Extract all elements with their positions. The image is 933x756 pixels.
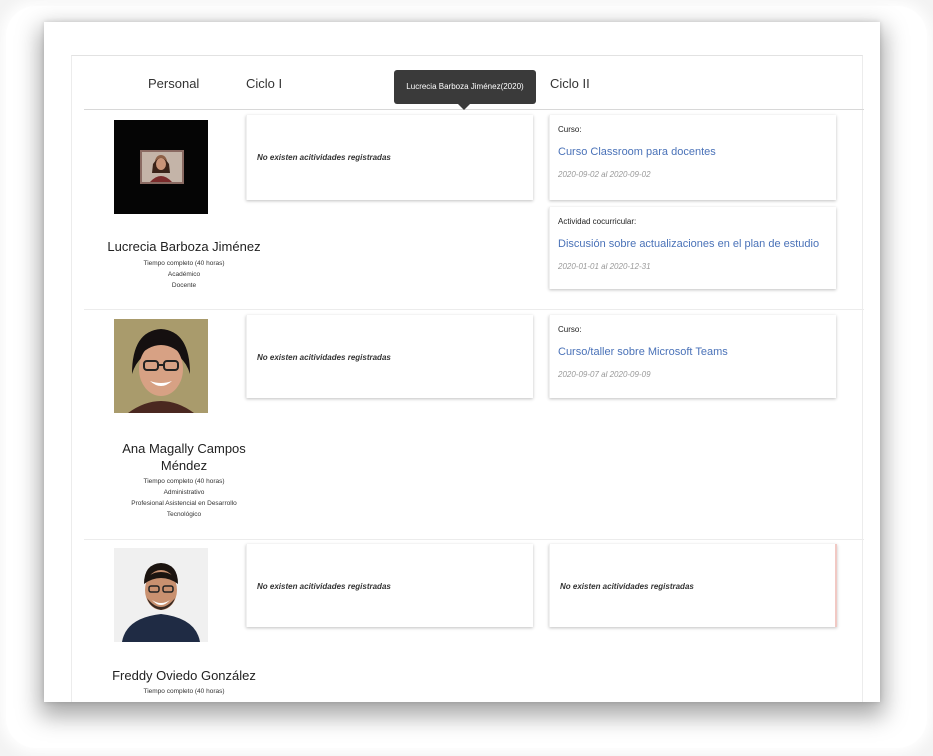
activity-card-ciclo2: No existen acitividades registradas bbox=[549, 544, 837, 627]
row-divider bbox=[84, 539, 864, 540]
activity-card-ciclo1: No existen acitividades registradas bbox=[246, 544, 533, 627]
person-name: Lucrecia Barboza Jiménez bbox=[107, 239, 261, 254]
activity-card-ciclo1: No existen acitividades registradas bbox=[246, 315, 533, 398]
empty-activities-text: No existen acitividades registradas bbox=[257, 582, 391, 591]
person-name: Freddy Oviedo González bbox=[112, 668, 256, 683]
empty-activities-text: No existen acitividades registradas bbox=[560, 582, 694, 591]
activity-dates: 2020-09-02 al 2020-09-02 bbox=[558, 170, 651, 179]
column-header-ciclo1: Ciclo I bbox=[246, 76, 283, 91]
activity-card-ciclo2: Curso: Curso/taller sobre Microsoft Team… bbox=[549, 315, 836, 398]
activity-link[interactable]: Curso Classroom para docentes bbox=[558, 146, 716, 158]
row-divider bbox=[84, 309, 864, 310]
activity-dates: 2020-09-07 al 2020-09-09 bbox=[558, 370, 651, 379]
activity-card-ciclo2: Actividad cocurricular: Discusión sobre … bbox=[549, 207, 836, 289]
avatar bbox=[114, 120, 208, 214]
avatar bbox=[114, 319, 208, 413]
screenshot-area: Personal Ciclo I Ciclo II Lucrecia Barbo… bbox=[44, 22, 880, 702]
empty-activities-text: No existen acitividades registradas bbox=[257, 153, 391, 162]
avatar bbox=[114, 548, 208, 642]
activity-type: Actividad cocurricular: bbox=[558, 217, 637, 226]
activity-type: Curso: bbox=[558, 325, 582, 334]
activity-card-ciclo1: No existen acitividades registradas bbox=[246, 115, 533, 200]
activity-link[interactable]: Discusión sobre actualizaciones en el pl… bbox=[558, 238, 819, 250]
person-meta: Tiempo completo (40 horas) Académico Doc… bbox=[143, 260, 225, 289]
activity-type: Curso: bbox=[558, 125, 582, 134]
empty-activities-text: No existen acitividades registradas bbox=[257, 353, 391, 362]
tooltip-arrow bbox=[458, 104, 470, 110]
person-meta: Tiempo completo (40 horas) bbox=[143, 688, 225, 695]
person-meta: Tiempo completo (40 horas) Administrativ… bbox=[131, 478, 237, 518]
header-divider bbox=[84, 109, 864, 110]
column-header-ciclo2: Ciclo II bbox=[550, 76, 590, 91]
column-header-personal: Personal bbox=[148, 76, 200, 91]
tooltip: Lucrecia Barboza Jiménez(2020) bbox=[394, 70, 536, 104]
activity-link[interactable]: Curso/taller sobre Microsoft Teams bbox=[558, 346, 728, 358]
activity-dates: 2020-01-01 al 2020-12-31 bbox=[558, 262, 651, 271]
person-name: Ana Magally Campos Méndez bbox=[122, 441, 246, 473]
activity-card-ciclo2: Curso: Curso Classroom para docentes 202… bbox=[549, 115, 836, 200]
